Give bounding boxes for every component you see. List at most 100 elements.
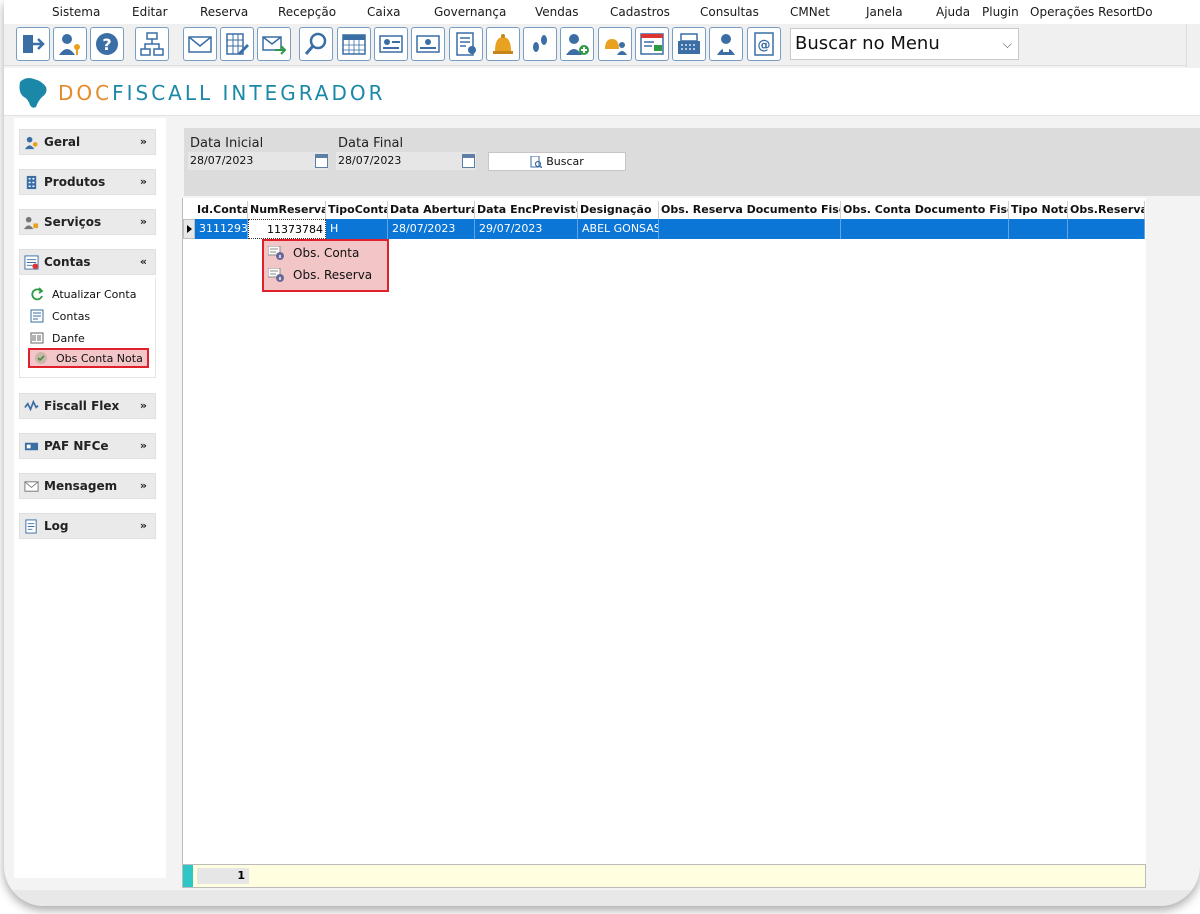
- col-header-obs-reserva[interactable]: Obs.Reserva: [1068, 201, 1145, 219]
- sidebar-section-produtos[interactable]: Produtos »: [19, 169, 156, 195]
- toolbar-scrollbar[interactable]: [1186, 24, 1200, 68]
- maid-icon[interactable]: [709, 27, 743, 61]
- note-info-icon: [268, 246, 284, 260]
- add-user-icon[interactable]: [560, 27, 594, 61]
- invoice-icon[interactable]: [635, 27, 669, 61]
- calendar-icon[interactable]: [337, 27, 371, 61]
- cell-obs-reserva-doc-fiscal[interactable]: [659, 219, 841, 239]
- col-header-obs-reserva-doc-fiscal[interactable]: Obs. Reserva Documento Fiscal: [659, 201, 841, 219]
- refresh-icon: [31, 287, 44, 301]
- sidebar-item-label: Atualizar Conta: [52, 287, 137, 301]
- search-icon[interactable]: [299, 27, 333, 61]
- grid-footer: 1: [182, 864, 1146, 888]
- cell-obs-reserva[interactable]: [1068, 219, 1145, 239]
- chevron-down-icon: »: [139, 399, 147, 412]
- col-header-tipo-conta[interactable]: TipoConta: [326, 201, 388, 219]
- accounts-icon: [24, 254, 39, 270]
- chevron-up-icon: «: [139, 255, 147, 268]
- brand-header: DOCFISCALL INTEGRADOR: [4, 68, 1200, 116]
- cash-register-icon[interactable]: [672, 27, 706, 61]
- col-header-tipo-nota[interactable]: Tipo Nota: [1009, 201, 1068, 219]
- check-circle-icon: [35, 352, 47, 364]
- sidebar-item-danfe[interactable]: Danfe: [30, 328, 85, 348]
- sidebar-item-obs-conta-nota[interactable]: Obs Conta Nota: [28, 348, 149, 368]
- report-user-icon[interactable]: [449, 27, 483, 61]
- menu-caixa[interactable]: Caixa: [367, 5, 401, 19]
- users-icon: [24, 136, 38, 149]
- svg-text:@: @: [758, 38, 771, 53]
- menu-janela[interactable]: Janela: [866, 5, 903, 19]
- col-header-num-reserva[interactable]: NumReserva: [248, 201, 326, 219]
- menu-plugin[interactable]: Plugin: [982, 5, 1019, 19]
- col-header-data-enc-previsto[interactable]: Data EncPrevisto: [475, 201, 578, 219]
- menu-reserva[interactable]: Reserva: [200, 5, 248, 19]
- cell-designacao[interactable]: ABEL GONSAS: [578, 219, 659, 239]
- calendar-icon[interactable]: [462, 154, 475, 168]
- svg-text:?: ?: [102, 35, 111, 54]
- help-icon[interactable]: ?: [90, 27, 124, 61]
- sidebar-item-atualizar-conta[interactable]: Atualizar Conta: [30, 284, 136, 304]
- guest-card-icon[interactable]: [374, 27, 408, 61]
- sidebar-section-label: Produtos: [44, 175, 106, 189]
- col-header-designacao[interactable]: Designação: [578, 201, 659, 219]
- cell-data-enc-previsto[interactable]: 29/07/2023: [475, 219, 578, 239]
- footprints-icon[interactable]: [523, 27, 557, 61]
- menu-consultas[interactable]: Consultas: [700, 5, 759, 19]
- menu-cadastros[interactable]: Cadastros: [610, 5, 670, 19]
- data-inicial-label: Data Inicial: [190, 136, 264, 151]
- menu-search-dropdown[interactable]: Buscar no Menu ⌵: [790, 28, 1019, 60]
- calendar-icon[interactable]: [315, 154, 328, 168]
- grid-header: Id.Conta NumReserva TipoConta Data Abert…: [195, 201, 1145, 219]
- sidebar-section-mensagem[interactable]: Mensagem »: [19, 473, 156, 499]
- mail-icon[interactable]: [183, 27, 217, 61]
- sidebar-section-contas[interactable]: Contas «: [19, 249, 156, 275]
- menu-vendas[interactable]: Vendas: [535, 5, 579, 19]
- data-final-field[interactable]: 28/07/2023: [336, 152, 476, 170]
- menu-ajuda[interactable]: Ajuda: [936, 5, 970, 19]
- menu-cmnet[interactable]: CMNet: [790, 5, 830, 19]
- buscar-button[interactable]: Buscar: [488, 152, 626, 171]
- sidebar-section-label: Contas: [44, 255, 91, 269]
- menu-editar[interactable]: Editar: [132, 5, 168, 19]
- menu-operacoes-resort[interactable]: Operações Resort: [1030, 5, 1137, 19]
- menu-governanca[interactable]: Governança: [434, 5, 506, 19]
- bell-icon[interactable]: [486, 27, 520, 61]
- sidebar: Geral » Produtos » Serviços » Contas « A…: [14, 118, 166, 878]
- cell-num-reserva[interactable]: 11373784: [248, 219, 326, 239]
- sidebar-section-log[interactable]: Log »: [19, 513, 156, 539]
- org-chart-icon[interactable]: [135, 27, 169, 61]
- menu-sistema[interactable]: Sistema: [52, 5, 100, 19]
- col-header-id-conta[interactable]: Id.Conta: [195, 201, 248, 219]
- cell-data-abertura[interactable]: 28/07/2023: [388, 219, 475, 239]
- window-bottom-edge: [4, 890, 1200, 906]
- context-menu-obs-reserva[interactable]: Obs. Reserva: [268, 265, 372, 285]
- accounts-grid: Id.Conta NumReserva TipoConta Data Abert…: [182, 198, 1146, 888]
- exit-icon[interactable]: [16, 27, 50, 61]
- context-menu-obs-conta[interactable]: Obs. Conta: [268, 243, 359, 263]
- bell-user-icon[interactable]: [598, 27, 632, 61]
- menu-do[interactable]: Do: [1136, 5, 1153, 19]
- splitter[interactable]: [170, 116, 182, 906]
- cell-obs-conta-doc-fiscal[interactable]: [841, 219, 1009, 239]
- menu-recepcao[interactable]: Recepção: [278, 5, 336, 19]
- sidebar-section-label: PAF NFCe: [44, 439, 109, 453]
- guest-card-2-icon[interactable]: [411, 27, 445, 61]
- mail-forward-icon[interactable]: [257, 27, 291, 61]
- sidebar-item-label: Obs Conta Nota: [56, 351, 143, 365]
- col-header-obs-conta-doc-fiscal[interactable]: Obs. Conta Documento Fiscal: [841, 201, 1009, 219]
- cell-id-conta[interactable]: 3111293: [195, 219, 248, 239]
- table-row[interactable]: 3111293 11373784 H 28/07/2023 29/07/2023…: [195, 219, 1145, 239]
- email-book-icon[interactable]: @: [747, 27, 781, 61]
- cell-tipo-nota[interactable]: [1009, 219, 1068, 239]
- sidebar-section-fiscall-flex[interactable]: Fiscall Flex »: [19, 393, 156, 419]
- spreadsheet-edit-icon[interactable]: [220, 27, 254, 61]
- sidebar-section-geral[interactable]: Geral »: [19, 129, 156, 155]
- sidebar-section-paf-nfce[interactable]: PAF NFCe »: [19, 433, 156, 459]
- sidebar-item-contas[interactable]: Contas: [30, 306, 90, 326]
- col-header-data-abertura[interactable]: Data Abertura: [388, 201, 475, 219]
- cell-tipo-conta[interactable]: H: [326, 219, 388, 239]
- sidebar-section-servicos[interactable]: Serviços »: [19, 209, 156, 235]
- user-key-icon[interactable]: [53, 27, 87, 61]
- sidebar-section-label: Geral: [44, 135, 81, 149]
- data-inicial-field[interactable]: 28/07/2023: [188, 152, 328, 170]
